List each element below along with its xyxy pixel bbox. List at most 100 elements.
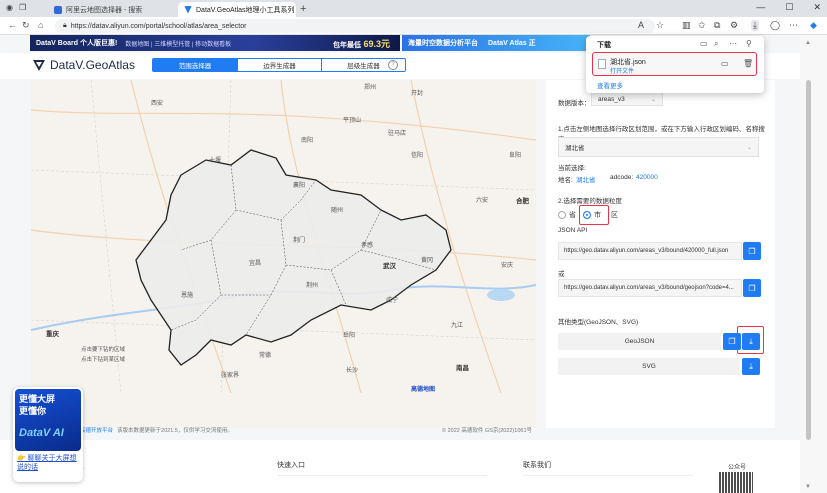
version-select[interactable]: areas_v3 ⌄ [591,92,663,106]
promo-banner-board[interactable]: DataV Board 个人版巨惠! 数据地图 | 三维模型托管 | 移动数据看… [30,35,400,51]
copilot-icon[interactable]: ◆ [810,20,817,31]
download-svg-button[interactable]: ⤓ [742,358,760,375]
downloads-title: 下载 [597,42,611,49]
minimize-button[interactable]: — [756,2,765,13]
api-url-full[interactable]: https://geo.datav.aliyun.com/areas_v3/bo… [558,242,742,260]
ai-card-cta-link[interactable]: 👉 聊聊关于大屏想说的话 [17,454,79,472]
tab-title: 阿里云地图选择器 - 搜索 [66,6,143,14]
logo-text: DataV.GeoAtlas [50,58,135,72]
home-icon[interactable]: ⌂ [38,20,43,30]
ai-card-line2: 更懂你 [19,406,47,416]
profile-avatar-icon[interactable]: ◯ [770,20,780,31]
copy-api-url-button[interactable]: ❐ [743,242,761,260]
map-city-label: 咸宁 [386,298,399,304]
copy-icon: ❐ [728,337,736,346]
other-types-label: 其他类型(GeoJSON、SVG) [558,319,639,326]
map-city-label: 开封 [411,91,424,97]
current-selection-label: 当前选择: [558,165,586,172]
map-city-label: 荆州 [306,283,319,289]
show-in-folder-icon[interactable]: ▭ [721,59,729,68]
svg-label: SVG [642,363,656,370]
amap-link[interactable]: 高德开放平台 [80,426,113,434]
copy-geojson-url-button[interactable]: ❐ [743,279,761,297]
legend-click: 点击下钻到某区域 [81,357,126,363]
map-city-label: 随州 [331,208,344,214]
map-city-label: 襄阳 [293,183,306,189]
site-footer: 快速入口 联系我们 公众号 [0,440,800,493]
delete-icon[interactable]: 🗑︎ [743,59,753,68]
favorites-icon[interactable]: ✩ [698,20,706,31]
downloads-icon[interactable]: ⤓ [751,20,759,31]
copy-icon: ❐ [748,246,756,256]
favorite-star-icon[interactable]: ☆ [656,20,664,31]
url-field[interactable]: 🔒︎ https://datav.aliyun.com/portal/schoo… [55,19,655,33]
radio-district[interactable]: 区 [611,210,618,220]
back-icon[interactable]: ← [8,20,17,30]
tab-title: DataV.GeoAtlas地理小工具系列 [196,6,295,14]
download-item[interactable]: 湖北省.json 打开文件 ▭ 🗑︎ [592,52,757,76]
footer-divider [523,475,693,476]
scrollbar-thumb[interactable] [806,80,811,440]
api-url-geojson[interactable]: https://geo.datav.aliyun.com/areas_v3/bo… [558,279,742,297]
collections-icon[interactable]: ⧉ [714,20,720,31]
banner-subtitle: 数据地图 | 三维模型托管 | 移动数据看板 [125,41,232,48]
page-scrollbar[interactable] [800,35,827,493]
map-city-label: 重庆 [46,331,59,338]
tab-geoatlas[interactable]: DataV.GeoAtlas地理小工具系列 ✕ [178,2,296,17]
read-aloud-icon[interactable]: A [638,20,644,30]
tab-boundary-generator[interactable]: 边界生成器 [237,59,321,71]
promo-banner-atlas[interactable]: 海量时空数据分析平台 DataV Atlas 正 [402,35,590,51]
svg-row: SVG [558,358,740,375]
scroll-up-icon[interactable]: ▲ [805,40,811,46]
map-city-label: 信阳 [411,153,424,159]
map-canvas[interactable]: 西安 郑州 开封 平顶山 南阳 信阳 驻马店 阜阳 六安 合肥 安庆 十堰 襄阳… [31,80,536,428]
radio-province[interactable]: 省 [558,210,576,220]
adcode-value[interactable]: 420000 [636,174,658,181]
profile-icon[interactable]: ◉ [6,3,13,12]
open-file-link[interactable]: 打开文件 [610,66,634,75]
pin-icon[interactable]: ⚲ [746,39,752,48]
map-city-label: 黄冈 [421,258,434,264]
banner-title: 海量时空数据分析平台 [408,40,478,47]
banner-brand: DataV Atlas 正 [488,40,536,47]
map-city-label: 六安 [476,198,489,204]
chevron-down-icon: ⌄ [650,96,656,103]
qr-code [719,472,753,493]
download-icon: ⤓ [749,361,753,371]
see-more-link[interactable]: 查看更多 [597,80,623,90]
tab-area-selector[interactable]: 范围选择器 [153,59,237,71]
geojson-label: GeoJSON [624,338,655,345]
file-icon [598,59,606,69]
tool-tabs: 范围选择器 边界生成器 层级生成器 [152,58,406,72]
map-copyright: © 2022 高德软件 GS京(2022)1061号 [442,428,532,434]
version-value: areas_v3 [598,95,625,103]
maximize-button[interactable]: ☐ [785,2,793,13]
geojson-row: GeoJSON [558,333,721,350]
split-screen-icon[interactable]: ▥ [682,20,691,31]
open-folder-icon[interactable]: ▭ [700,39,708,48]
close-window-button[interactable]: ✕ [813,2,821,13]
map-legend: 点击要下钻的区域 点击下钻到某区域 [81,345,125,365]
site-logo[interactable]: DataV.GeoAtlas [32,58,135,72]
new-tab-button[interactable]: + [300,3,306,15]
tab-actions-icon[interactable]: ❐ [19,3,26,12]
refresh-icon[interactable]: ↻ [22,20,30,31]
help-icon[interactable]: ? [388,60,398,70]
current-name-value[interactable]: 湖北省 [576,174,596,184]
more-options-icon[interactable]: ⋯ [729,39,737,48]
scroll-down-icon[interactable]: ▼ [805,484,811,490]
banner-price: 69.3元 [363,38,390,49]
search-icon[interactable]: ⌕ [714,39,718,49]
map-city-label: 宜昌 [249,261,262,267]
map-city-label: 孝感 [361,243,374,249]
json-api-label: JSON API [558,227,588,234]
extensions-icon[interactable]: ⚙ [730,20,738,31]
bing-favicon-icon [54,5,62,14]
lock-icon: 🔒︎ [63,22,67,29]
more-menu-icon[interactable]: ⋯ [789,20,798,31]
ai-card-art: 更懂大屏 更懂你 [15,389,81,451]
radio-label: 省 [569,212,576,219]
region-search-select[interactable]: 湖北省 ⌄ [558,137,759,157]
map-city-label: 阜阳 [509,153,522,159]
datav-ai-card[interactable]: 更懂大屏 更懂你 DataV AI 👉 聊聊关于大屏想说的话 [13,387,83,482]
